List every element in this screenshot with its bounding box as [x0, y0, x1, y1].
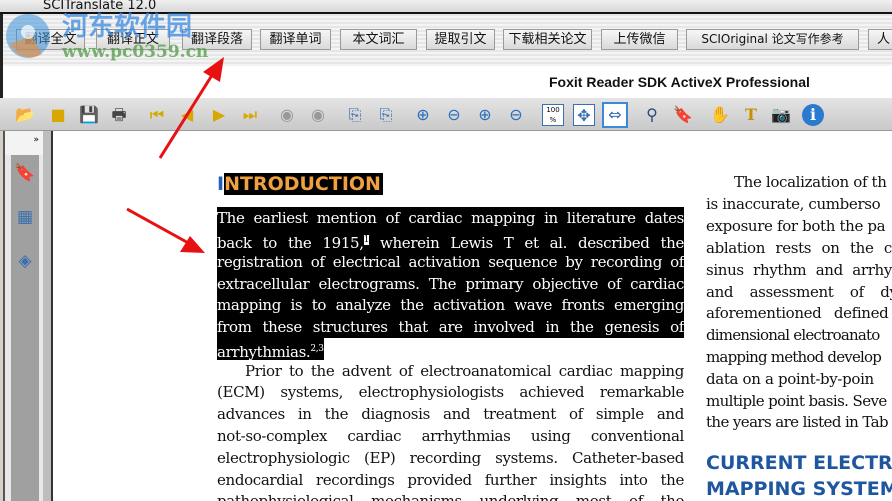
section-heading-introduction: INTRODUCTION — [217, 173, 383, 195]
last-page-icon[interactable]: ⏭ — [239, 104, 261, 126]
page-gutter — [43, 131, 51, 501]
translate-button-bar: 翻译全文 翻译正文 翻译段落 翻译单词 本文词汇 提取引文 下载相关论文 上传微… — [0, 14, 892, 66]
print-icon[interactable]: 🖶 — [108, 104, 130, 126]
open-file-icon[interactable]: ■ — [47, 104, 69, 126]
highlighted-line[interactable]: back to the 1915,1 wherein Lewis T et al… — [217, 229, 684, 252]
find-icon[interactable]: ⚲ — [641, 104, 663, 126]
pdf-page[interactable]: INTRODUCTION The earliest mention of car… — [51, 131, 892, 501]
right-column-line: multiple point basis. Seve — [706, 392, 887, 410]
translate-all-button[interactable]: 翻译全文 — [16, 29, 85, 50]
hand-tool-icon[interactable]: ✋ — [709, 104, 731, 126]
save-icon[interactable]: 💾 — [78, 104, 100, 126]
scioriginal-button[interactable]: SCIOriginal 论文写作参考 — [686, 29, 859, 50]
body-line: (ECM) systems, electrophysiologists achi… — [217, 383, 684, 401]
zoom-out-icon[interactable]: ⊖ — [443, 104, 465, 126]
title-bar: SCITranslate 12.0 — [0, 0, 892, 14]
bookmark-icon[interactable]: 🔖 — [672, 104, 694, 126]
download-related-button[interactable]: 下载相关论文 — [503, 29, 592, 50]
right-column-line: ablation rests on the c — [706, 239, 892, 257]
highlighted-line[interactable]: The earliest mention of cardiac mapping … — [217, 207, 684, 229]
snapshot-icon[interactable]: 📷 — [770, 104, 792, 126]
open-folder-icon[interactable]: 📂 — [14, 104, 36, 126]
body-line: pathophysiological mechanisms underlying… — [217, 492, 684, 501]
zoom-plus-icon[interactable]: ⊕ — [474, 104, 496, 126]
extract-citations-button[interactable]: 提取引文 — [426, 29, 495, 50]
zoom-in-icon[interactable]: ⊕ — [412, 104, 434, 126]
back-icon[interactable]: ◉ — [276, 104, 298, 126]
navigation-panel: » 🔖 ▦ ◈ — [3, 131, 43, 501]
right-column-line: aforementioned defined — [706, 304, 889, 322]
right-column-line: exposure for both the pa — [706, 217, 886, 235]
highlighted-line[interactable]: mapping is to analyze the activation wav… — [217, 294, 684, 316]
fit-page-icon[interactable]: ✥ — [573, 104, 595, 126]
right-column-line: data on a point-by-poin — [706, 370, 874, 388]
foxit-banner: Foxit Reader SDK ActiveX Professional — [0, 66, 892, 98]
pdf-toolbar: 📂 ■ 💾 🖶 ⏮ ◀ ▶ ⏭ ◉ ◉ ⎘ ⎘ ⊕ ⊖ ⊕ ⊖ 100 % ✥ … — [0, 98, 892, 131]
right-column-line: and assessment of dy — [706, 283, 892, 301]
right-column-line: is inaccurate, cumberso — [706, 195, 881, 213]
body-line: endocardial recordings provided further … — [217, 471, 684, 489]
translate-body-button[interactable]: 翻译正文 — [96, 29, 170, 50]
body-line: electrophysiologic (EP) recording system… — [217, 449, 684, 467]
zoom-minus-icon[interactable]: ⊖ — [505, 104, 527, 126]
highlighted-line[interactable]: from these structures that are involved … — [217, 316, 684, 338]
layers-icon[interactable]: ◈ — [14, 251, 36, 277]
right-column-line: mapping method develop — [706, 348, 882, 366]
highlighted-line[interactable]: registration of electrical activation se… — [217, 251, 684, 273]
text-select-icon[interactable]: T — [740, 104, 762, 126]
right-column-line: The localization of th — [734, 173, 887, 191]
section-heading-current: CURRENT ELECTRO — [706, 452, 892, 474]
previous-page-icon[interactable]: ◀ — [176, 104, 198, 126]
right-column-line: the years are listed in Tab — [706, 413, 889, 431]
highlighted-line[interactable]: arrhythmias.2,3 — [217, 338, 324, 361]
expand-panel-button[interactable]: » — [5, 131, 43, 155]
body-line: not-so-complex cardiac arrhythmias using… — [217, 427, 684, 445]
panel-icon-strip: 🔖 ▦ ◈ — [11, 155, 39, 501]
highlighted-line[interactable]: extracellular electrograms. The primary … — [217, 273, 684, 295]
right-column-line: sinus rhythm and arrhy — [706, 261, 892, 279]
next-page-icon[interactable]: ▶ — [208, 104, 230, 126]
rotate-left-icon[interactable]: ⎘ — [375, 104, 397, 126]
thumbnails-icon[interactable]: ▦ — [14, 207, 36, 233]
fit-width-icon[interactable]: ⇔ — [602, 102, 628, 128]
bookmarks-icon[interactable]: 🔖 — [14, 163, 36, 189]
upload-wechat-button[interactable]: 上传微信 — [601, 29, 678, 50]
section-heading-current-2: MAPPING SYSTEM — [706, 478, 892, 500]
forward-icon[interactable]: ◉ — [307, 104, 329, 126]
foxit-label: Foxit Reader SDK ActiveX Professional — [549, 74, 810, 90]
window-title: SCITranslate 12.0 — [43, 0, 157, 13]
first-page-icon[interactable]: ⏮ — [146, 104, 168, 126]
vocabulary-button[interactable]: 本文词汇 — [340, 29, 417, 50]
right-column-line: dimensional electroanato — [706, 326, 880, 344]
info-icon[interactable]: i — [802, 104, 824, 126]
translate-word-button[interactable]: 翻译单词 — [260, 29, 331, 50]
body-line: advances in the diagnosis and treatment … — [217, 405, 684, 423]
translate-paragraph-button[interactable]: 翻译段落 — [182, 29, 252, 50]
body-line: Prior to the advent of electroanatomical… — [245, 362, 684, 380]
rotate-right-icon[interactable]: ⎘ — [344, 104, 366, 126]
more-button[interactable]: 人 — [868, 29, 892, 50]
actual-size-icon[interactable]: 100 % — [542, 104, 564, 126]
